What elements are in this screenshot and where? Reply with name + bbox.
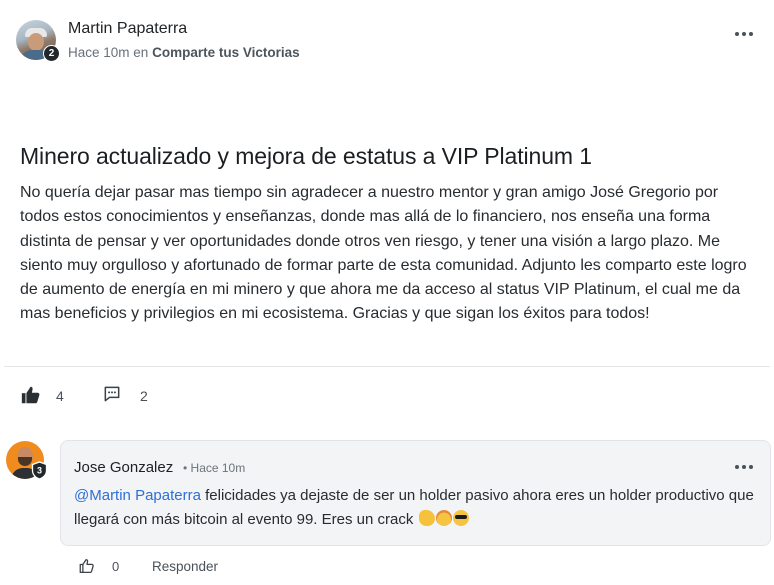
mention-link[interactable]: @Martin Papaterra xyxy=(74,487,201,504)
post-more-options-icon[interactable] xyxy=(732,26,756,42)
post-body: No quería dejar pasar mas tiempo sin agr… xyxy=(20,184,747,323)
exploding-head-icon xyxy=(435,510,452,526)
comment-text: @Martin Papaterra felicidades ya dejaste… xyxy=(74,484,754,532)
commenter-name[interactable]: Jose Gonzalez xyxy=(74,459,173,476)
reply-button[interactable]: Responder xyxy=(152,559,218,574)
author-name[interactable]: Martin Papaterra xyxy=(68,20,187,38)
like-count: 4 xyxy=(56,388,64,404)
post-in-label: en xyxy=(133,45,149,60)
community-link[interactable]: Comparte tus Victorias xyxy=(152,45,300,60)
comment-bubble-icon xyxy=(104,386,120,402)
comment-time: • Hace 10m xyxy=(183,461,246,475)
thumbs-up-outline-icon xyxy=(79,558,94,574)
post-title: Minero actualizado y mejora de estatus a… xyxy=(20,143,592,169)
sunglasses-face-icon xyxy=(452,510,469,526)
like-button[interactable] xyxy=(20,384,42,406)
shield-level-icon: 3 xyxy=(31,461,48,480)
comment-more-options-icon[interactable] xyxy=(732,459,756,475)
comment-bubble: Jose Gonzalez • Hace 10m @Martin Papater… xyxy=(60,440,771,546)
comment-like-count: 0 xyxy=(112,559,120,574)
comment-like-button[interactable] xyxy=(78,557,96,580)
commenter-level: 3 xyxy=(37,466,42,476)
divider xyxy=(4,366,770,367)
thumbs-up-icon xyxy=(21,386,40,404)
comment-count: 2 xyxy=(140,388,148,404)
author-level-badge: 2 xyxy=(43,45,60,62)
post-time: Hace 10m xyxy=(68,45,130,60)
post-reactions: 4 2 xyxy=(20,384,220,408)
flexed-biceps-icon xyxy=(418,510,435,526)
comment-button[interactable] xyxy=(102,384,122,404)
comment-actions: 0 Responder xyxy=(78,557,378,577)
post-meta: Hace 10m en Comparte tus Victorias xyxy=(68,45,300,60)
post-header: 2 Martin Papaterra Hace 10m en Comparte … xyxy=(16,18,756,62)
